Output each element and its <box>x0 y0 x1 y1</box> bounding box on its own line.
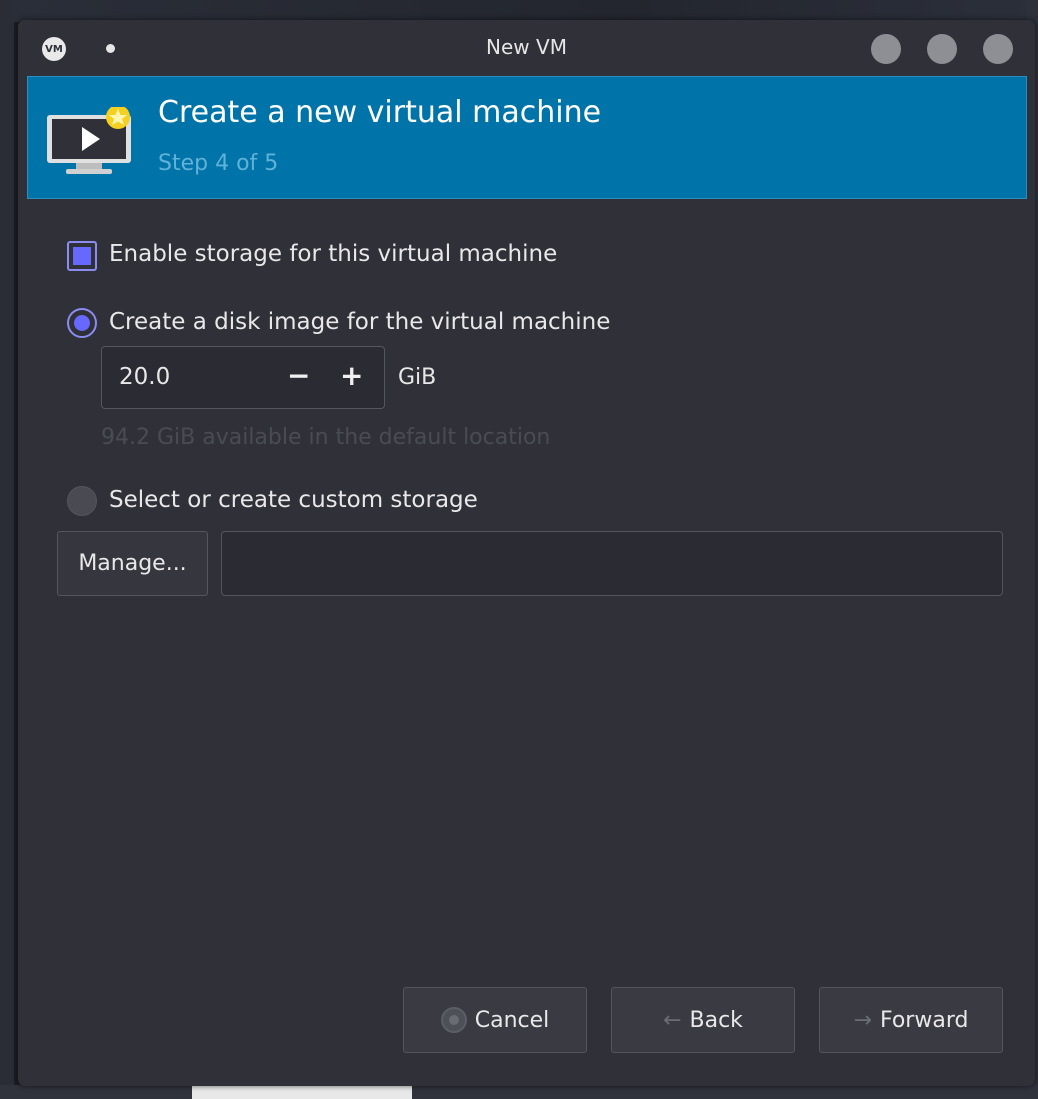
desktop-background-left <box>0 0 14 1099</box>
background-window-fragment <box>192 1085 412 1099</box>
storage-path-input[interactable] <box>221 531 1003 596</box>
forward-arrow-icon: → <box>853 1007 872 1033</box>
wizard-header: Create a new virtual machine Step 4 of 5 <box>27 76 1027 199</box>
cancel-label: Cancel <box>474 1007 550 1033</box>
radio-selected-dot <box>74 315 90 331</box>
back-label: Back <box>689 1007 743 1033</box>
wizard-title: Create a new virtual machine <box>158 95 602 130</box>
manage-button[interactable]: Manage... <box>57 531 208 596</box>
disk-size-value[interactable]: 20.0 <box>119 364 170 390</box>
increment-button[interactable]: + <box>340 359 363 392</box>
custom-storage-radio[interactable] <box>67 486 97 516</box>
cancel-button[interactable]: Cancel <box>403 987 587 1053</box>
create-disk-label[interactable]: Create a disk image for the virtual mach… <box>109 309 610 335</box>
desktop-background-bottom <box>0 1085 1038 1099</box>
disk-size-unit: GiB <box>398 365 437 390</box>
custom-storage-label[interactable]: Select or create custom storage <box>109 487 478 513</box>
back-button[interactable]: ← Back <box>611 987 795 1053</box>
enable-storage-label[interactable]: Enable storage for this virtual machine <box>109 241 557 267</box>
checkbox-checked-mark <box>73 247 91 265</box>
enable-storage-checkbox[interactable] <box>67 241 97 271</box>
forward-button[interactable]: → Forward <box>819 987 1003 1053</box>
forward-label: Forward <box>879 1007 969 1033</box>
disk-size-spinbutton[interactable]: 20.0 − + <box>101 346 385 409</box>
new-vm-monitor-icon <box>47 107 131 174</box>
desktop-background-top <box>0 0 1038 22</box>
create-disk-radio[interactable] <box>67 308 97 338</box>
available-space-text: 94.2 GiB available in the default locati… <box>101 425 551 450</box>
new-vm-dialog: VM New VM Create a new virtual machine S… <box>18 20 1035 1086</box>
maximize-button[interactable] <box>927 34 957 64</box>
title-bar: VM New VM <box>18 20 1035 76</box>
minimize-button[interactable] <box>871 34 901 64</box>
decrement-button[interactable]: − <box>287 359 310 392</box>
cancel-icon <box>440 1007 467 1033</box>
wizard-step: Step 4 of 5 <box>158 151 279 176</box>
close-button[interactable] <box>983 34 1013 64</box>
back-arrow-icon: ← <box>663 1007 682 1033</box>
